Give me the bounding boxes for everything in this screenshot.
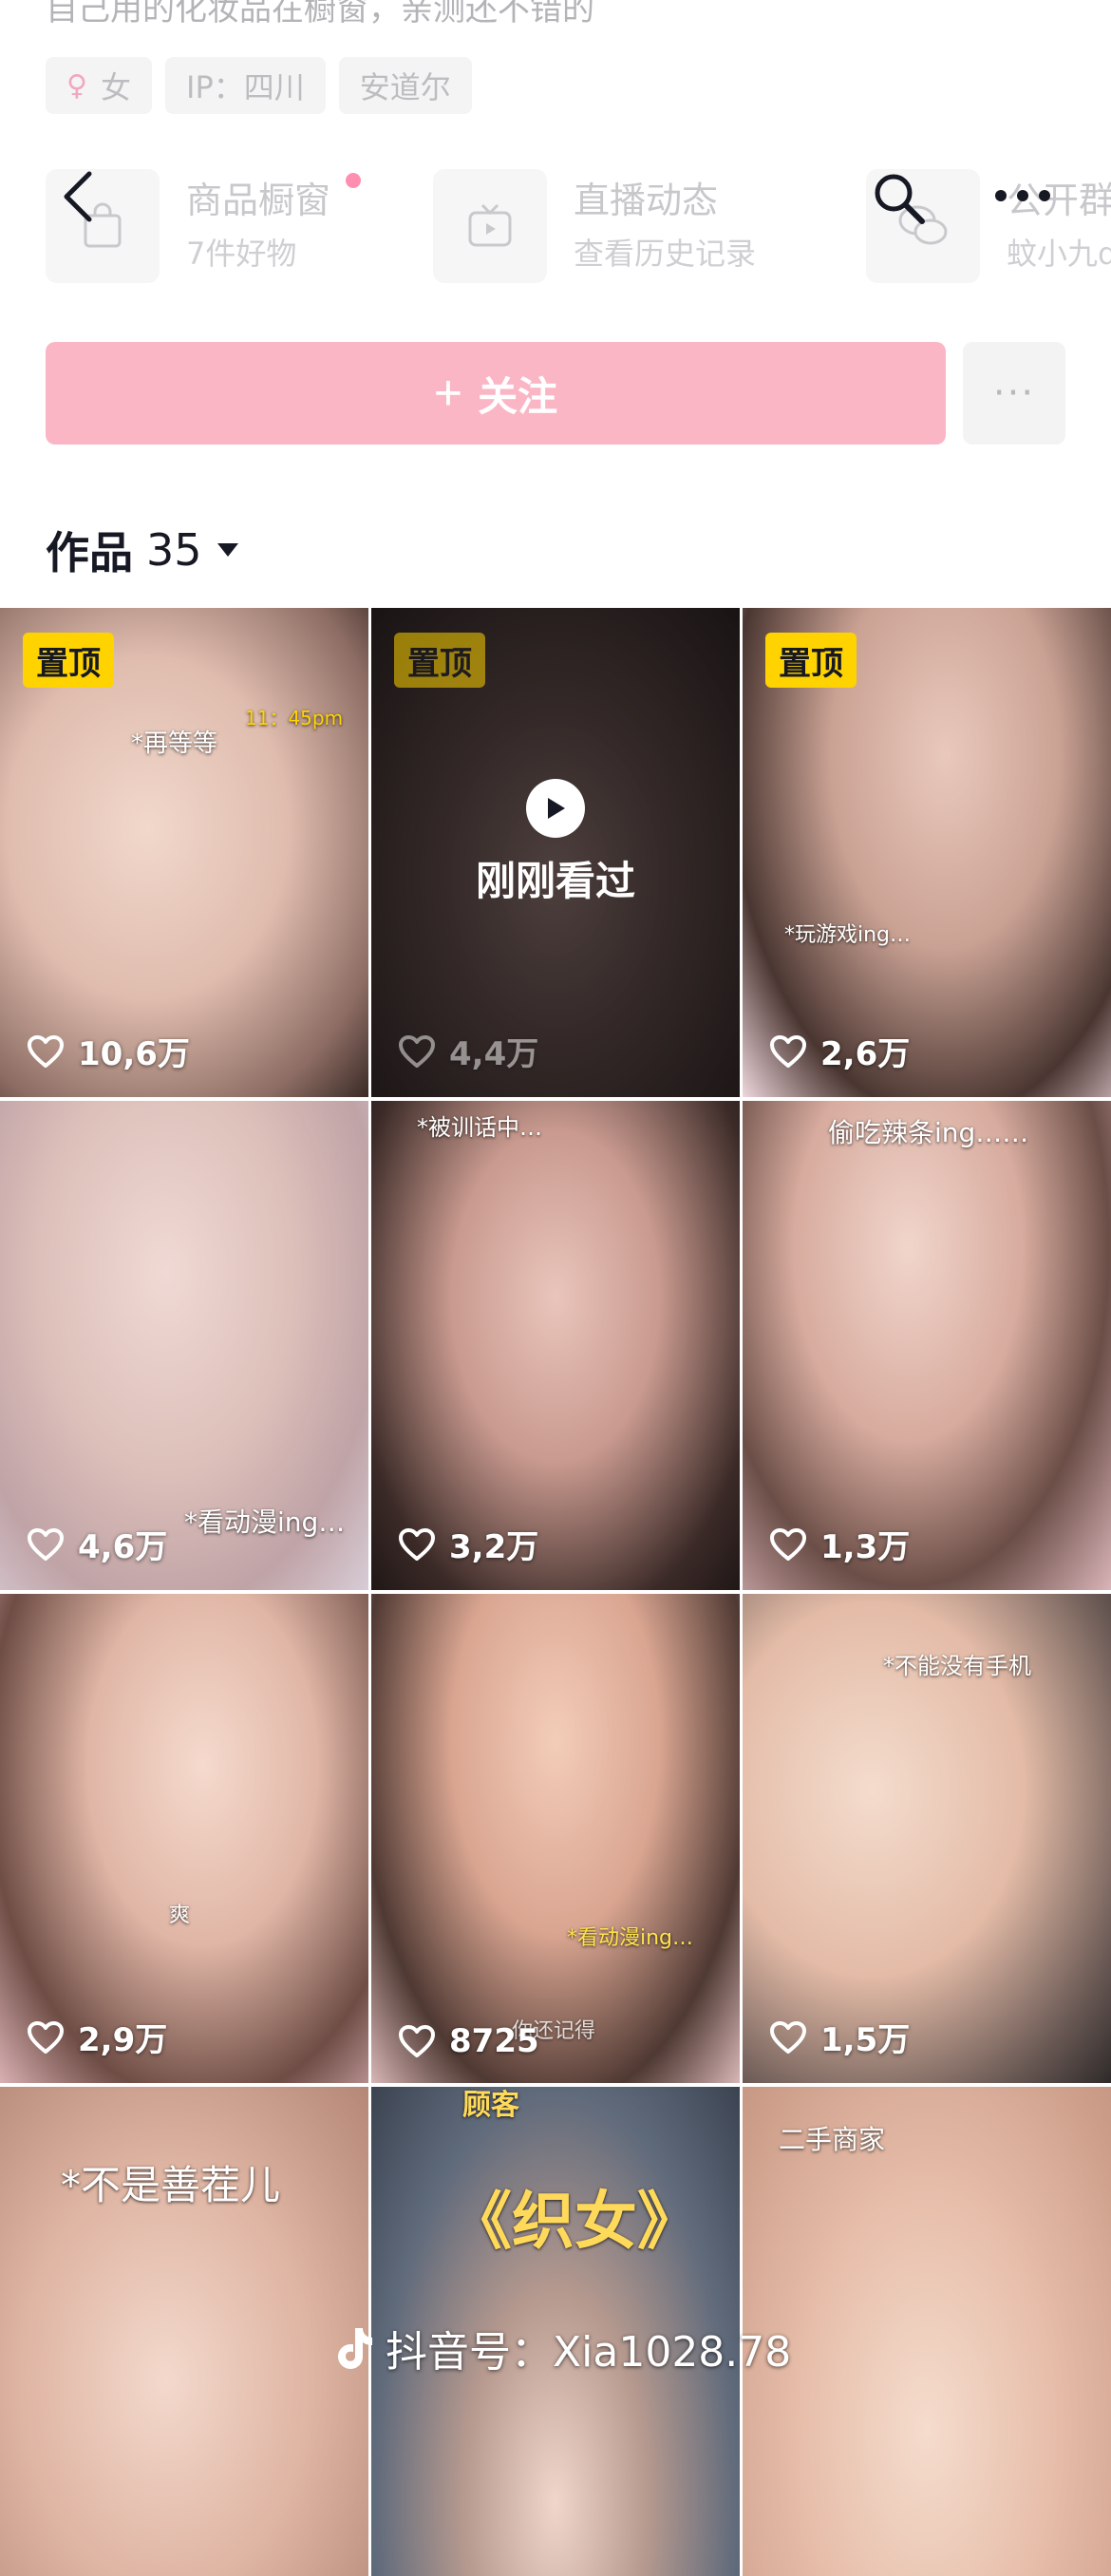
- like-count-value: 8725: [449, 2022, 539, 2060]
- live-history-title: 直播动态: [574, 180, 719, 221]
- works-label: 作品: [46, 527, 133, 578]
- back-arrow-icon[interactable]: [49, 163, 106, 230]
- like-count-value: 1,3万: [820, 1528, 911, 1566]
- like-count: 8725: [398, 2022, 539, 2060]
- video-tile[interactable]: 置顶 *再等等 11：45pm 10,6万: [0, 608, 368, 1097]
- like-count-value: 2,9万: [78, 2021, 168, 2059]
- recently-watched: 刚刚看过: [371, 779, 740, 907]
- heart-icon: [770, 1034, 806, 1068]
- video-tile[interactable]: 置顶 *玩游戏ing… 2,6万: [743, 608, 1111, 1097]
- gender-label: 女: [100, 69, 131, 105]
- works-tab[interactable]: 作品 35: [46, 519, 240, 581]
- video-tile[interactable]: *不能没有手机 1,5万: [743, 1594, 1111, 2083]
- like-count: 1,5万: [769, 2014, 910, 2060]
- more-options-button[interactable]: ···: [963, 342, 1065, 445]
- live-history-subtitle: 查看历史记录: [574, 236, 757, 272]
- video-tile[interactable]: 二手商家: [743, 2087, 1111, 2576]
- video-caption: *不是善茬儿: [61, 2162, 281, 2208]
- video-tile[interactable]: 爽 2,9万: [0, 1594, 368, 2083]
- video-caption: 二手商家: [779, 2124, 886, 2155]
- heart-icon: [28, 2020, 64, 2054]
- heart-icon: [399, 1527, 435, 1561]
- notification-dot: [346, 173, 361, 188]
- ip-tag: IP：四川: [165, 57, 326, 114]
- heart-icon: [399, 2025, 435, 2057]
- video-caption: *玩游戏ing…: [784, 923, 912, 947]
- video-caption: *不能没有手机: [883, 1653, 1031, 1679]
- bio-text: 自己用的化妆品在橱窗，亲测还不错的: [46, 0, 594, 28]
- video-caption: *看动漫ing…: [184, 1506, 346, 1538]
- heart-icon: [28, 1034, 64, 1068]
- video-title: 《织女》: [449, 2185, 700, 2258]
- heart-icon: [399, 1034, 435, 1068]
- follow-button[interactable]: + 关注: [46, 342, 946, 445]
- douyin-logo-icon: [338, 2328, 372, 2369]
- like-count-value: 2,6万: [820, 1035, 911, 1073]
- location-label: 安道尔: [359, 69, 451, 105]
- pinned-badge: 置顶: [765, 633, 857, 688]
- play-icon: [526, 779, 585, 838]
- like-count: 2,9万: [27, 2014, 167, 2060]
- works-count: 35: [146, 524, 202, 576]
- video-caption: *被训话中…: [417, 1114, 542, 1141]
- plus-icon: +: [433, 366, 463, 421]
- like-count: 2,6万: [769, 1028, 910, 1074]
- video-caption: *再等等: [131, 729, 218, 758]
- more-dots-icon[interactable]: [988, 177, 1058, 215]
- video-caption: 顾客: [462, 2089, 519, 2122]
- video-caption: *看动漫ing…: [567, 1926, 694, 1950]
- tv-icon: [433, 169, 547, 283]
- more-options-label: ···: [992, 371, 1036, 415]
- pinned-badge: 置顶: [394, 633, 485, 688]
- like-count: 4,4万: [398, 1028, 538, 1074]
- ip-label: IP：四川: [186, 69, 305, 105]
- like-count-value: 10,6万: [78, 1035, 190, 1073]
- video-caption: 爽: [169, 1904, 191, 1927]
- video-caption: 偷吃辣条ing……: [828, 1117, 1029, 1148]
- recently-watched-label: 刚刚看过: [475, 858, 635, 904]
- douyin-id: 抖音号：Xia1028.78: [386, 2328, 792, 2377]
- video-tile[interactable]: 置顶 刚刚看过 4,4万: [371, 608, 740, 1097]
- like-count: 1,3万: [769, 1521, 910, 1567]
- like-count: 3,2万: [398, 1521, 538, 1567]
- follow-label: 关注: [478, 373, 558, 419]
- video-tile[interactable]: *被训话中… 3,2万: [371, 1101, 740, 1590]
- pinned-badge: 置顶: [23, 633, 114, 688]
- female-symbol-icon: ♀: [66, 68, 87, 103]
- gender-tag: ♀ 女: [46, 57, 152, 114]
- heart-icon: [28, 1527, 64, 1561]
- douyin-watermark: 抖音号：Xia1028.78: [332, 2318, 791, 2378]
- like-count-value: 3,2万: [449, 1528, 539, 1566]
- profile-tags: ♀ 女 IP：四川 安道尔: [46, 57, 472, 114]
- shop-window-subtitle: 7件好物: [186, 236, 297, 272]
- dropdown-triangle-icon: [217, 543, 238, 557]
- like-count-value: 4,4万: [449, 1035, 539, 1073]
- public-group-subtitle: 蚊小九di: [1007, 236, 1111, 272]
- shop-window-title: 商品橱窗: [186, 180, 331, 221]
- like-count: 10,6万: [27, 1028, 190, 1074]
- video-timestamp: 11：45pm: [245, 707, 344, 729]
- like-count: 4,6万: [27, 1521, 167, 1567]
- search-icon[interactable]: [868, 167, 931, 230]
- live-history-card[interactable]: 直播动态 查看历史记录: [433, 169, 756, 283]
- video-tile[interactable]: *不是善茬儿: [0, 2087, 368, 2576]
- heart-icon: [770, 2020, 806, 2054]
- location-tag: 安道尔: [338, 57, 472, 114]
- video-tile[interactable]: *看动漫ing… 你还记得 8725: [371, 1594, 740, 2083]
- video-tile[interactable]: 偷吃辣条ing…… 1,3万: [743, 1101, 1111, 1590]
- like-count-value: 1,5万: [820, 2021, 911, 2059]
- video-tile[interactable]: *看动漫ing… 4,6万: [0, 1101, 368, 1590]
- like-count-value: 4,6万: [78, 1528, 168, 1566]
- heart-icon: [770, 1527, 806, 1561]
